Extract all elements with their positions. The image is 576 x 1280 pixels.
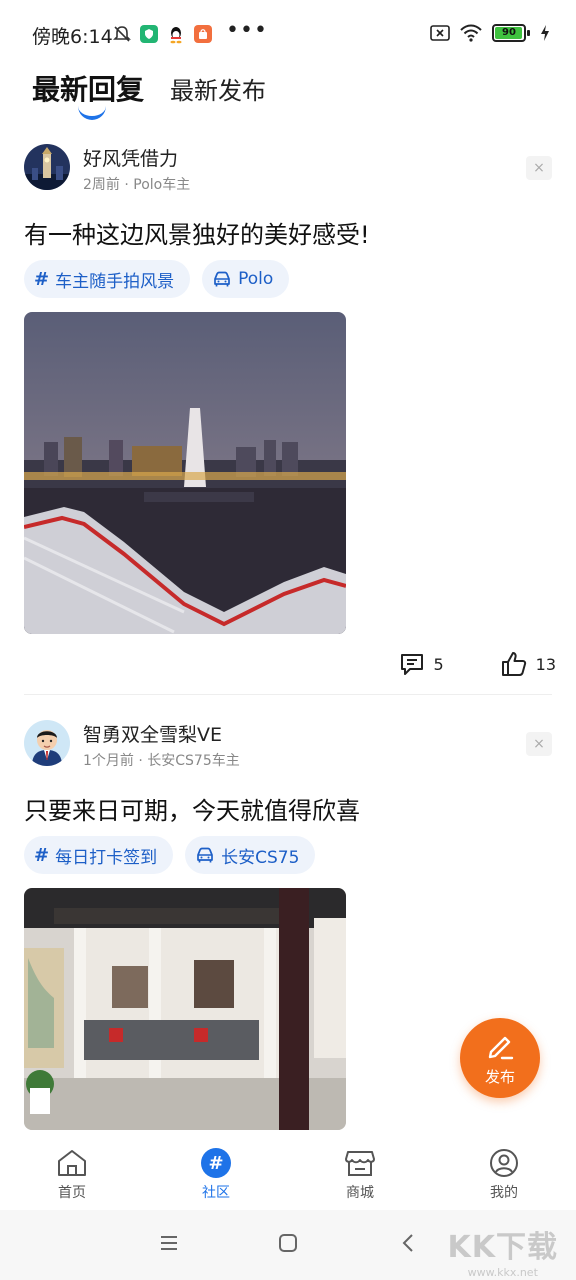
car-model-tag[interactable]: Polo [202,260,290,298]
car-model-tag[interactable]: 长安CS75 [185,836,316,874]
status-bar: 傍晚6:14 ••• 90 [0,0,576,70]
nav-item-store[interactable]: 商城 [288,1140,432,1210]
dismiss-post-button[interactable]: × [526,732,552,756]
charging-bolt-icon [541,25,549,41]
thumbs-up-icon [501,652,526,676]
watermark-logo: KK下载 www.kkx.net [448,1222,559,1279]
nav-item-community[interactable]: # 社区 [144,1140,288,1210]
pencil-icon [488,1036,514,1059]
post-tags: # 车主随手拍风景 Polo [24,260,552,298]
nav-item-profile[interactable]: 我的 [432,1140,576,1210]
mute-bell-icon [113,26,131,42]
tag-label: 车主随手拍风景 [55,271,175,292]
tab-label: 最新回复 [32,73,145,106]
shopping-app-icon [194,25,212,43]
shield-app-icon [140,25,158,43]
like-count: 13 [535,654,556,674]
feed-tabs: 最新回复 最新发布 [32,68,266,120]
bottom-nav: 首页 # 社区 商城 我的 [0,1140,576,1210]
more-notifications-icon: ••• [226,18,268,43]
watermark-brand: KK下载 [447,1230,558,1265]
nav-item-home[interactable]: 首页 [0,1140,144,1210]
menu-icon[interactable] [158,1232,180,1254]
tab-label: 最新发布 [170,77,267,105]
status-time: 傍晚6:14 [32,26,113,48]
active-tab-indicator [78,106,106,120]
author-name[interactable]: 智勇双全雪梨VE [83,720,222,747]
publish-label: 发布 [484,1067,515,1086]
back-icon[interactable] [398,1232,420,1254]
home-icon [58,1150,86,1176]
post-actions: 5 13 [399,650,556,678]
avatar[interactable] [24,144,70,190]
hash-icon: # [34,844,50,866]
notification-icons [112,24,212,44]
like-button[interactable]: 13 [500,650,556,678]
publish-button[interactable]: 发布 [460,1018,540,1098]
post-divider [24,694,552,695]
tab-latest-replies[interactable]: 最新回复 [32,68,145,120]
post-header: 好风凭借力 2周前 · Polo车主 × [24,144,552,200]
post-meta: 1个月前 · 长安CS75车主 [83,753,240,769]
close-icon: × [533,160,545,176]
battery-icon: 90 [492,24,530,42]
post-text[interactable]: 有一种这边风景独好的美好感受! [24,218,552,252]
hash-icon: # [34,268,50,290]
battery-level: 90 [502,27,516,38]
nav-label: 首页 [58,1185,86,1201]
tab-latest-posts[interactable]: 最新发布 [170,71,266,108]
nav-label: 我的 [490,1185,518,1201]
topic-tag[interactable]: # 车主随手拍风景 [24,260,191,298]
post-text[interactable]: 只要来日可期，今天就值得欣喜 [24,794,552,828]
nav-label: 商城 [346,1185,374,1201]
post-photo[interactable] [24,312,346,634]
post-header: 智勇双全雪梨VE 1个月前 · 长安CS75车主 × [24,720,552,776]
post-tags: # 每日打卡签到 长安CS75 [24,836,552,874]
post-meta: 2周前 · Polo车主 [83,177,191,193]
home-square-icon[interactable] [277,1232,299,1254]
comment-count: 5 [433,654,444,674]
close-icon: × [533,736,545,752]
tag-label: 长安CS75 [221,847,300,868]
avatar[interactable] [24,720,70,766]
tag-label: 每日打卡签到 [55,847,158,868]
topic-tag[interactable]: # 每日打卡签到 [24,836,174,874]
dismiss-post-button[interactable]: × [526,156,552,180]
author-name[interactable]: 好风凭借力 [83,144,178,171]
car-icon [197,847,213,863]
watermark-url: www.kkx.net [467,1266,538,1279]
comment-icon [401,654,424,675]
car-icon [214,271,230,287]
qq-penguin-icon [170,27,182,44]
profile-icon [490,1149,518,1177]
system-status: 90 [430,24,550,42]
hash-icon: # [201,1148,231,1178]
post-card[interactable]: 好风凭借力 2周前 · Polo车主 × 有一种这边风景独好的美好感受! # 车… [24,144,552,634]
wifi-icon [460,24,482,42]
no-sim-icon [430,25,450,41]
nav-label: 社区 [202,1185,230,1201]
store-icon [345,1151,375,1176]
post-photo[interactable] [24,888,346,1130]
tag-label: Polo [238,269,274,289]
comment-button[interactable]: 5 [399,651,444,677]
